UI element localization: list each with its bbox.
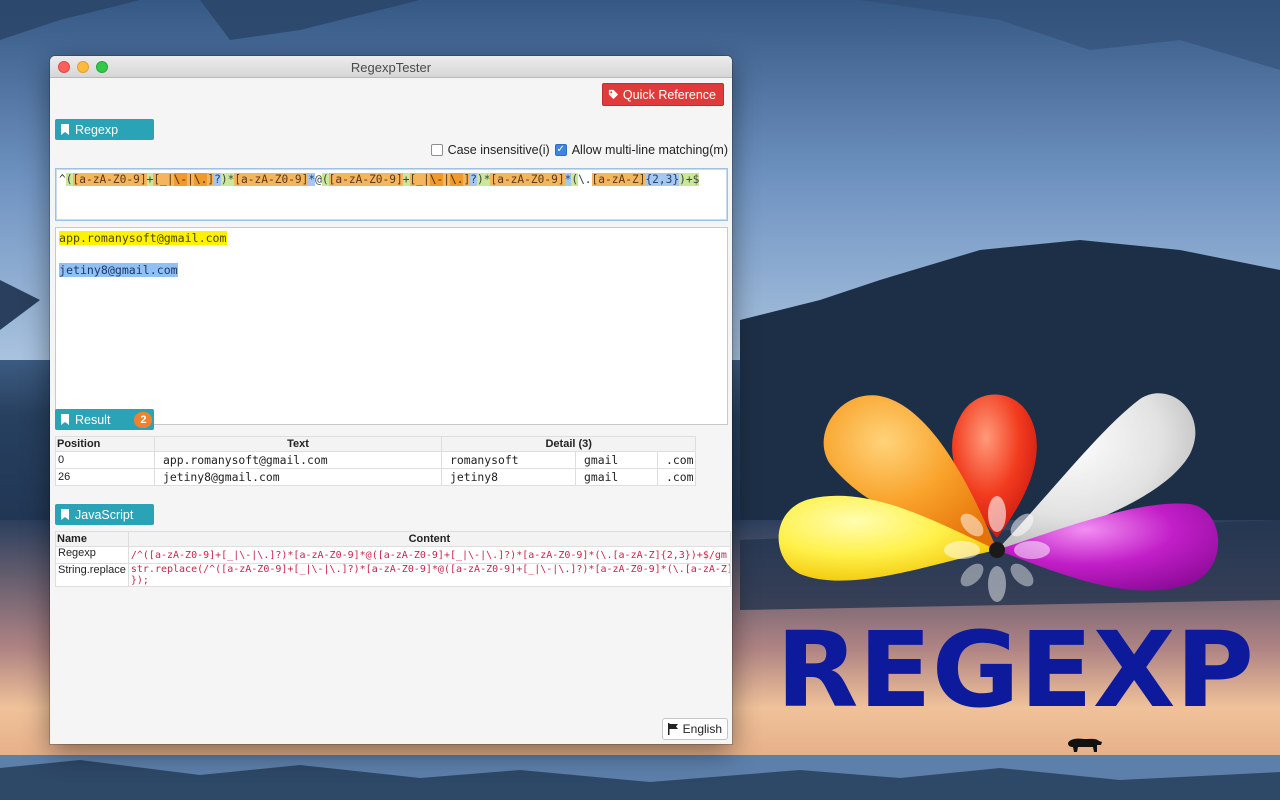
table-row[interactable]: 26 jetiny8@gmail.com jetiny8 gmail .com [55, 468, 697, 486]
text-column-header: Text [154, 436, 442, 452]
regexp-options: Case insensitive(i) ✓ Allow multi-line m… [430, 143, 728, 157]
regexp-token: ) [679, 173, 686, 186]
regexp-section-label: Regexp [75, 122, 119, 137]
regexp-token: | [443, 173, 450, 186]
javascript-section-label: JavaScript [75, 507, 134, 522]
test-text-input[interactable]: app.romanysoft@gmail.com jetiny8@gmail.c… [55, 227, 728, 425]
language-button[interactable]: English [661, 718, 728, 740]
regexp-input[interactable]: ^([a-zA-Z0-9]+[_|\-|\.]?)*[a-zA-Z0-9]*@(… [55, 168, 728, 221]
regexp-token: \. [449, 173, 464, 186]
match-highlight: jetiny8@gmail.com [59, 263, 178, 277]
regexp-token: ? [214, 173, 221, 186]
content-column-header: Content [127, 531, 731, 547]
bear-silhouette-icon [1068, 738, 1102, 752]
regexp-token: _ [160, 173, 167, 186]
javascript-table: Name Content Regexp /^([a-zA-Z0-9]+[_|\-… [55, 531, 731, 587]
detail-cell: .com [656, 451, 697, 469]
tag-icon [608, 89, 618, 100]
regexp-token: + [402, 173, 410, 186]
flag-icon [667, 723, 678, 735]
text-cell: jetiny8@gmail.com [154, 468, 442, 486]
result-section-label: Result [75, 412, 111, 427]
name-cell: Regexp [55, 546, 129, 564]
detail-cell: romanysoft [441, 451, 576, 469]
bookmark-icon [61, 509, 69, 520]
javascript-section-header: JavaScript [55, 504, 154, 525]
detail-cell: jetiny8 [441, 468, 576, 486]
detail-cell: gmail [575, 451, 658, 469]
code-cell[interactable]: str.replace(/^([a-zA-Z0-9]+[_|\-|\.]?)*[… [127, 563, 731, 587]
regexp-token: ( [65, 173, 73, 186]
case-insensitive-checkbox[interactable] [430, 144, 443, 156]
position-cell: 0 [55, 451, 155, 469]
bookmark-icon [61, 124, 69, 135]
regexp-token: + [685, 173, 693, 186]
regexp-token: \- [173, 173, 188, 186]
regexp-token: \- [429, 173, 444, 186]
code-line: }); [130, 575, 149, 586]
quick-reference-button[interactable]: Quick Reference [601, 83, 724, 106]
empty-line [59, 246, 724, 262]
regexp-token: $ [692, 173, 700, 186]
quick-reference-label: Quick Reference [622, 87, 716, 102]
regexp-wordmark-logo: REGEXP [776, 609, 1254, 718]
regexp-token: | [187, 173, 194, 186]
match-highlight: app.romanysoft@gmail.com [59, 231, 227, 245]
detail-cell: .com [656, 468, 697, 486]
position-cell: 26 [55, 468, 155, 486]
svg-text:REGEXP: REGEXP [776, 609, 1254, 718]
main-content: Quick Reference Regexp Case insensitive(… [50, 78, 732, 744]
code-cell[interactable]: /^([a-zA-Z0-9]+[_|\-|\.]?)*[a-zA-Z0-9]*@… [127, 546, 731, 564]
position-column-header: Position [55, 436, 155, 452]
multiline-checkbox[interactable]: ✓ [554, 144, 567, 156]
regexp-token: [a-zA-Z0-9] [234, 173, 309, 186]
app-window: RegexpTester Quick Reference Regexp Case… [50, 56, 732, 744]
multiline-label: Allow multi-line matching(m) [571, 143, 728, 157]
regexp-token: | [166, 173, 174, 186]
flower-logo-icon [778, 393, 1219, 602]
window-title: RegexpTester [350, 60, 432, 75]
regexp-token: [a-zA-Z0-9] [490, 173, 565, 186]
regexp-token: ( [321, 173, 329, 186]
detail-cell: gmail [575, 468, 658, 486]
bookmark-icon [61, 414, 69, 425]
regexp-section-header: Regexp [55, 119, 154, 140]
javascript-header-row: Name Content [55, 531, 731, 547]
code-line: str.replace(/^([a-zA-Z0-9]+[_|\-|\.]?)*[… [130, 564, 730, 576]
table-row[interactable]: String.replace str.replace(/^([a-zA-Z0-9… [55, 563, 731, 587]
result-header-row: Position Text Detail (3) [55, 436, 697, 452]
regexp-token: {2,3} [645, 173, 680, 186]
result-section-header: Result 2 [55, 409, 154, 430]
name-column-header: Name [55, 531, 129, 547]
result-table: Position Text Detail (3) 0 app.romanysof… [55, 436, 697, 486]
table-row[interactable]: Regexp /^([a-zA-Z0-9]+[_|\-|\.]?)*[a-zA-… [55, 546, 731, 564]
regexp-token: _ [416, 173, 423, 186]
text-cell: app.romanysoft@gmail.com [154, 451, 442, 469]
regexp-token: \. [578, 173, 592, 186]
regexp-token: ) [220, 173, 228, 186]
regexp-token: \. [193, 173, 208, 186]
regexp-token: [a-zA-Z0-9] [328, 173, 403, 186]
regexp-token: ? [470, 173, 477, 186]
detail-column-header: Detail (3) [440, 436, 697, 452]
regexp-token: | [423, 173, 430, 186]
regexp-token: ) [476, 173, 484, 186]
table-row[interactable]: 0 app.romanysoft@gmail.com romanysoft gm… [55, 451, 697, 469]
regexp-token: [a-zA-Z] [591, 173, 646, 186]
title-bar[interactable]: RegexpTester [50, 56, 732, 78]
name-cell: String.replace [55, 563, 129, 587]
regexp-token: @ [315, 173, 322, 186]
case-insensitive-label: Case insensitive(i) [447, 143, 550, 157]
result-count-badge: 2 [134, 411, 153, 428]
regexp-app-logo: REGEXP [776, 393, 1254, 718]
language-label: English [682, 722, 722, 736]
regexp-token: [a-zA-Z0-9] [72, 173, 147, 186]
regexp-token: ^ [59, 173, 66, 186]
